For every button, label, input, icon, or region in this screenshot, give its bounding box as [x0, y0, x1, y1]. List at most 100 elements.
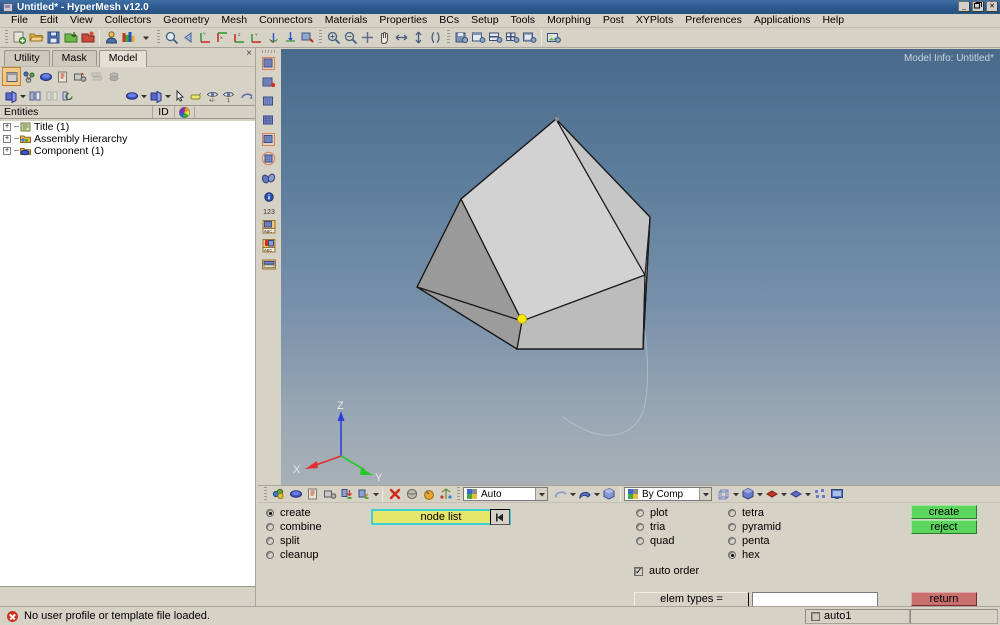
- pan-hand-icon[interactable]: [376, 29, 393, 46]
- wire-cube-icon[interactable]: [715, 486, 732, 503]
- radio-row-tetra[interactable]: tetra: [728, 506, 781, 520]
- binoculars-icon[interactable]: [260, 169, 279, 187]
- reject-button[interactable]: reject: [911, 520, 977, 534]
- radio-plot[interactable]: [636, 509, 644, 517]
- radio-row-pyramid[interactable]: pyramid: [728, 520, 781, 534]
- refresh-icon[interactable]: [60, 87, 77, 104]
- new-model-icon[interactable]: [11, 29, 28, 46]
- import-icon[interactable]: [62, 29, 79, 46]
- radio-penta[interactable]: [728, 537, 736, 545]
- color-palette-icon[interactable]: [120, 29, 137, 46]
- single-window-icon[interactable]: [470, 29, 487, 46]
- radio-row-cleanup[interactable]: cleanup: [266, 548, 322, 562]
- radio-split[interactable]: [266, 537, 274, 545]
- radio-combine[interactable]: [266, 523, 274, 531]
- toolbar-grip-nav[interactable]: [319, 30, 322, 45]
- iso-view-icon[interactable]: [265, 29, 282, 46]
- property-icon[interactable]: [71, 68, 88, 85]
- four-window-icon[interactable]: [504, 29, 521, 46]
- brackets-icon[interactable]: [427, 29, 444, 46]
- expander-component[interactable]: +: [3, 146, 11, 155]
- minimize-button[interactable]: _: [958, 1, 970, 12]
- model-view-icon[interactable]: [2, 67, 21, 86]
- numbers-123-icon[interactable]: 123: [260, 207, 279, 217]
- menu-mesh[interactable]: Mesh: [215, 14, 253, 27]
- color-wheel-icon[interactable]: [175, 106, 195, 118]
- info-blue-icon[interactable]: [260, 188, 279, 206]
- restore-button[interactable]: [972, 1, 984, 12]
- zx-view-icon[interactable]: Z: [231, 29, 248, 46]
- toolbar-grip-view[interactable]: [157, 30, 160, 45]
- bycomp-combo[interactable]: By Comp: [624, 487, 712, 501]
- menu-bcs[interactable]: BCs: [433, 14, 465, 27]
- radio-hex[interactable]: [728, 551, 736, 559]
- menu-file[interactable]: File: [5, 14, 34, 27]
- open-model-icon[interactable]: [28, 29, 45, 46]
- abc-pin-icon[interactable]: ABC: [260, 237, 279, 255]
- highlight-icon[interactable]: [188, 87, 205, 104]
- cmd-toolbar-grip-1[interactable]: [264, 486, 267, 502]
- radio-cleanup[interactable]: [266, 551, 274, 559]
- rotate-view-icon[interactable]: [282, 29, 299, 46]
- display-mode-combo[interactable]: Auto: [463, 487, 548, 501]
- menu-tools[interactable]: Tools: [505, 14, 542, 27]
- eye-one-icon[interactable]: 1: [222, 87, 239, 104]
- xz-view-icon[interactable]: X: [214, 29, 231, 46]
- center-icon[interactable]: [359, 29, 376, 46]
- menu-setup[interactable]: Setup: [465, 14, 504, 27]
- radio-create[interactable]: [266, 509, 274, 517]
- radio-row-plot[interactable]: plot: [636, 506, 674, 520]
- two-window-icon[interactable]: [487, 29, 504, 46]
- dropdown-dot-1[interactable]: [20, 87, 27, 104]
- tab-mask[interactable]: Mask: [51, 50, 97, 66]
- auto1-checkbox[interactable]: [811, 611, 820, 621]
- menu-applications[interactable]: Applications: [748, 14, 817, 27]
- shaded-cube-icon[interactable]: [739, 486, 756, 503]
- collector-down-icon[interactable]: [338, 486, 355, 503]
- create-button[interactable]: create: [911, 505, 977, 519]
- fit-view-icon[interactable]: [163, 29, 180, 46]
- radio-row-hex[interactable]: hex: [728, 548, 781, 562]
- yz-view-icon[interactable]: Y: [197, 29, 214, 46]
- isolate-icon[interactable]: [3, 87, 20, 104]
- tab-utility[interactable]: Utility: [4, 50, 50, 66]
- dropdown-dot-e[interactable]: [756, 486, 763, 503]
- dropdown-dot-g[interactable]: [804, 486, 811, 503]
- include-icon[interactable]: [54, 68, 71, 85]
- delete-red-x-icon[interactable]: [386, 486, 403, 503]
- chevron-down-icon[interactable]: [535, 488, 547, 500]
- dropdown-dot-c[interactable]: [593, 486, 600, 503]
- legend-bar-icon[interactable]: [260, 256, 279, 274]
- radio-pyramid[interactable]: [728, 523, 736, 531]
- menu-geometry[interactable]: Geometry: [157, 14, 215, 27]
- blue-disc-icon[interactable]: [124, 87, 141, 104]
- menu-edit[interactable]: Edit: [34, 14, 64, 27]
- tree-item-title[interactable]: + Title (1): [0, 121, 255, 132]
- status-cell-auto[interactable]: auto1: [805, 608, 910, 624]
- orange-ball-icon[interactable]: [420, 486, 437, 503]
- zoom-out-icon[interactable]: [342, 29, 359, 46]
- graphics-viewport[interactable]: Model Info: Untitled* Z X Y: [281, 49, 1000, 485]
- vtoolbar-grip[interactable]: [262, 50, 276, 53]
- shaded-icon[interactable]: [576, 486, 593, 503]
- collector-arrow-icon[interactable]: [355, 486, 372, 503]
- organize-icon[interactable]: [437, 486, 454, 503]
- unmask-icon[interactable]: [43, 87, 60, 104]
- dropdown-dot-a[interactable]: [372, 486, 379, 503]
- arrow-move-icon[interactable]: [393, 29, 410, 46]
- panel-close-icon[interactable]: ×: [246, 48, 252, 59]
- dropdown-arrow-colors[interactable]: [137, 29, 154, 46]
- page-grid-icon[interactable]: [260, 93, 279, 111]
- wireframe-icon[interactable]: [552, 486, 569, 503]
- menu-help[interactable]: Help: [816, 14, 850, 27]
- tree-item-assembly-hierarchy[interactable]: + Assembly Hierarchy: [0, 133, 255, 144]
- collector-create-icon[interactable]: [270, 486, 287, 503]
- elem-types-button[interactable]: elem types =: [634, 592, 749, 607]
- radio-row-tria[interactable]: tria: [636, 520, 674, 534]
- abc-label-icon[interactable]: ABC: [260, 218, 279, 236]
- arrow-updown-icon[interactable]: [410, 29, 427, 46]
- menu-morphing[interactable]: Morphing: [541, 14, 597, 27]
- back-arrow-icon[interactable]: [180, 29, 197, 46]
- page-geom-icon[interactable]: [260, 55, 279, 73]
- radio-tria[interactable]: [636, 523, 644, 531]
